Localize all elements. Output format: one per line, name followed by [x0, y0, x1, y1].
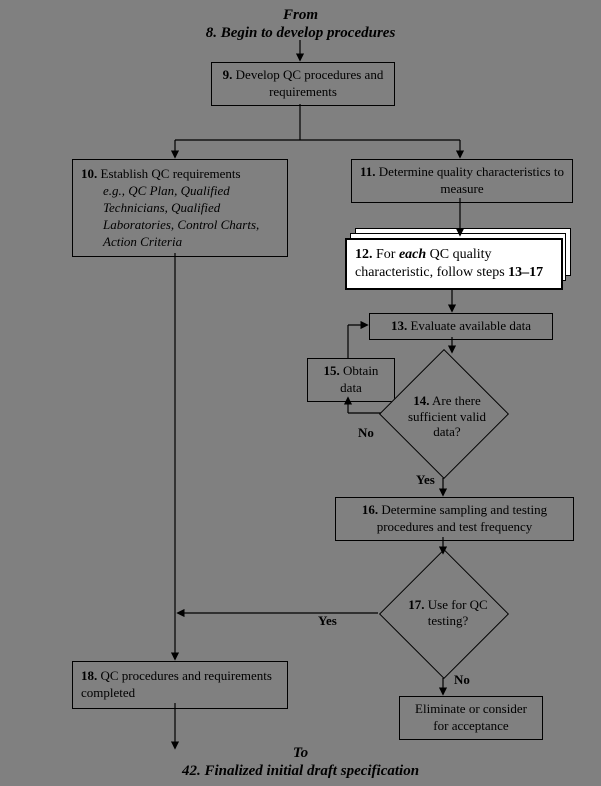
box-18: 18. QC procedures and requirements compl… [72, 661, 288, 709]
box-16: 16. Determine sampling and testing proce… [335, 497, 574, 541]
diamond-14-text: 14. Are there sufficient valid data? [399, 393, 495, 440]
header-label: From 8. Begin to develop procedures [0, 6, 601, 42]
box-11: 11. Determine quality characteristics to… [351, 159, 573, 203]
box-15: 15. Obtain data [307, 358, 395, 402]
label-17-yes: Yes [318, 613, 337, 629]
label-14-no: No [358, 425, 374, 441]
diamond-17-text: 17. Use for QC testing? [403, 597, 493, 628]
label-14-yes: Yes [416, 472, 435, 488]
box-12: 12. For each QC quality characteristic, … [345, 238, 563, 290]
box-10: 10. Establish QC requirements e.g., QC P… [72, 159, 288, 257]
box-9: 9. Develop QC procedures and requirement… [211, 62, 395, 106]
box-13: 13. Evaluate available data [369, 313, 553, 340]
label-17-no: No [454, 672, 470, 688]
footer-label: To 42. Finalized initial draft specifica… [0, 744, 601, 780]
box-eliminate: Eliminate or consider for acceptance [399, 696, 543, 740]
